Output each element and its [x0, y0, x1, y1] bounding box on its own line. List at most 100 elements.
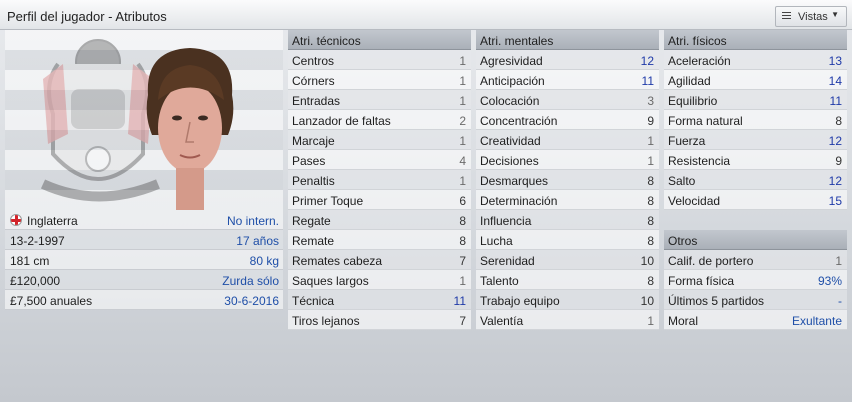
attribute-value: 11 [641, 74, 654, 88]
attribute-value: 14 [828, 74, 842, 88]
attribute-value: 1 [647, 134, 654, 148]
nationality-row: Inglaterra No intern. [5, 210, 283, 230]
preferred-foot: Zurda sólo [222, 274, 279, 288]
attribute-row: Centros 1 [288, 50, 471, 70]
attribute-label: Resistencia [668, 154, 731, 168]
views-button[interactable]: Vistas ▼ [775, 6, 847, 27]
player-profile: Inglaterra No intern. 13-2-1997 17 años … [5, 30, 283, 310]
player-photo [146, 48, 234, 210]
attribute-label: Influencia [480, 214, 532, 228]
attribute-label: Saques largos [292, 274, 369, 288]
attribute-label: Fuerza [668, 134, 706, 148]
technical-header: Atri. técnicos [288, 30, 471, 50]
attribute-value: 3 [647, 94, 654, 108]
chevron-down-icon: ▼ [831, 10, 839, 19]
attribute-label: Moral [668, 314, 699, 328]
attribute-label: Talento [480, 274, 519, 288]
attribute-row: Lucha 8 [476, 230, 659, 250]
attribute-value: 1 [459, 134, 466, 148]
attribute-value: 10 [640, 294, 654, 308]
england-flag-icon [10, 214, 22, 226]
attribute-value: 7 [459, 254, 466, 268]
attribute-label: Velocidad [668, 194, 721, 208]
attribute-row: Equilibrio 11 [664, 90, 847, 110]
attribute-label: Técnica [292, 294, 335, 308]
attribute-value: 2 [459, 114, 466, 128]
birth-row: 13-2-1997 17 años [5, 230, 283, 250]
attribute-row: Decisiones 1 [476, 150, 659, 170]
attribute-label: Tiros lejanos [292, 314, 360, 328]
attribute-row: Valentía 1 [476, 310, 659, 330]
attribute-row: Determinación 8 [476, 190, 659, 210]
wage: £7,500 anuales [10, 294, 93, 308]
attribute-row: Forma física 93% [664, 270, 847, 290]
attribute-value: 7 [459, 314, 466, 328]
attribute-value: 1 [835, 254, 842, 268]
attribute-row: Agilidad 14 [664, 70, 847, 90]
attribute-value: 1 [647, 314, 654, 328]
others-header: Otros [664, 230, 847, 250]
attribute-row: Calif. de portero 1 [664, 250, 847, 270]
attribute-value: 1 [459, 94, 466, 108]
attribute-label: Concentración [480, 114, 558, 128]
attribute-row: Concentración 9 [476, 110, 659, 130]
attribute-row: Forma natural 8 [664, 110, 847, 130]
attribute-row: Colocación 3 [476, 90, 659, 110]
contract-end: 30-6-2016 [224, 294, 279, 308]
title-bar: Perfil del jugador - Atributos Vistas ▼ [0, 0, 852, 30]
technical-attributes-panel: Atri. técnicos Centros 1 Córners 1 Entradas 1… [288, 30, 471, 330]
attribute-label: Remate [292, 234, 335, 248]
attribute-label: Entradas [292, 94, 341, 108]
attribute-label: Remates cabeza [292, 254, 383, 268]
attribute-row: Córners 1 [288, 70, 471, 90]
attribute-row: Serenidad 10 [476, 250, 659, 270]
attribute-row: Desmarques 8 [476, 170, 659, 190]
attribute-value: 11 [829, 94, 842, 108]
attribute-value: 1 [459, 274, 466, 288]
attribute-label: Forma natural [668, 114, 743, 128]
attribute-row: Aceleración 13 [664, 50, 847, 70]
attribute-row: Penaltis 1 [288, 170, 471, 190]
attribute-row: Entradas 1 [288, 90, 471, 110]
attribute-label: Determinación [480, 194, 558, 208]
size-row: 181 cm 80 kg [5, 250, 283, 270]
attribute-label: Primer Toque [292, 194, 364, 208]
birth-date: 13-2-1997 [10, 234, 65, 248]
others-panel: Otros Calif. de portero 1 Forma física 93% Ú… [664, 230, 847, 330]
attribute-row: Remate 8 [288, 230, 471, 250]
international-status[interactable]: No intern. [227, 214, 279, 228]
attribute-row: Primer Toque 6 [288, 190, 471, 210]
mental-attributes-panel: Atri. mentales Agresividad 12 Anticipación… [476, 30, 659, 330]
attribute-row: Anticipación 11 [476, 70, 659, 90]
physical-attributes-panel: Atri. físicos Aceleración 13 Agilidad 14 Equ… [664, 30, 847, 210]
attribute-row: Regate 8 [288, 210, 471, 230]
attribute-row: Salto 12 [664, 170, 847, 190]
attribute-value: 4 [459, 154, 466, 168]
attribute-row: Saques largos 1 [288, 270, 471, 290]
attribute-label: Salto [668, 174, 696, 188]
nationality: Inglaterra [27, 214, 78, 228]
attribute-row: Trabajo equipo 10 [476, 290, 659, 310]
attribute-label: Aceleración [668, 54, 731, 68]
player-value: £120,000 [10, 274, 61, 288]
attribute-row: Creatividad 1 [476, 130, 659, 150]
attribute-row: Fuerza 12 [664, 130, 847, 150]
attribute-label: Últimos 5 partidos [668, 294, 765, 308]
attribute-row: Técnica 11 [288, 290, 471, 310]
attribute-value: Exultante [791, 314, 842, 328]
attribute-row: Marcaje 1 [288, 130, 471, 150]
weight: 80 kg [249, 254, 279, 268]
attribute-value: 1 [647, 154, 654, 168]
attribute-value: 1 [459, 74, 466, 88]
attribute-row: Últimos 5 partidos - [664, 290, 847, 310]
attribute-label: Desmarques [480, 174, 549, 188]
attribute-value: 1 [459, 54, 466, 68]
attribute-label: Valentía [480, 314, 524, 328]
attribute-value: 8 [647, 194, 654, 208]
window-title: Perfil del jugador - Atributos [7, 9, 167, 24]
attribute-value: 8 [647, 214, 654, 228]
attribute-label: Decisiones [480, 154, 539, 168]
height: 181 cm [10, 254, 50, 268]
attribute-label: Regate [292, 214, 331, 228]
attribute-row: Lanzador de faltas 2 [288, 110, 471, 130]
